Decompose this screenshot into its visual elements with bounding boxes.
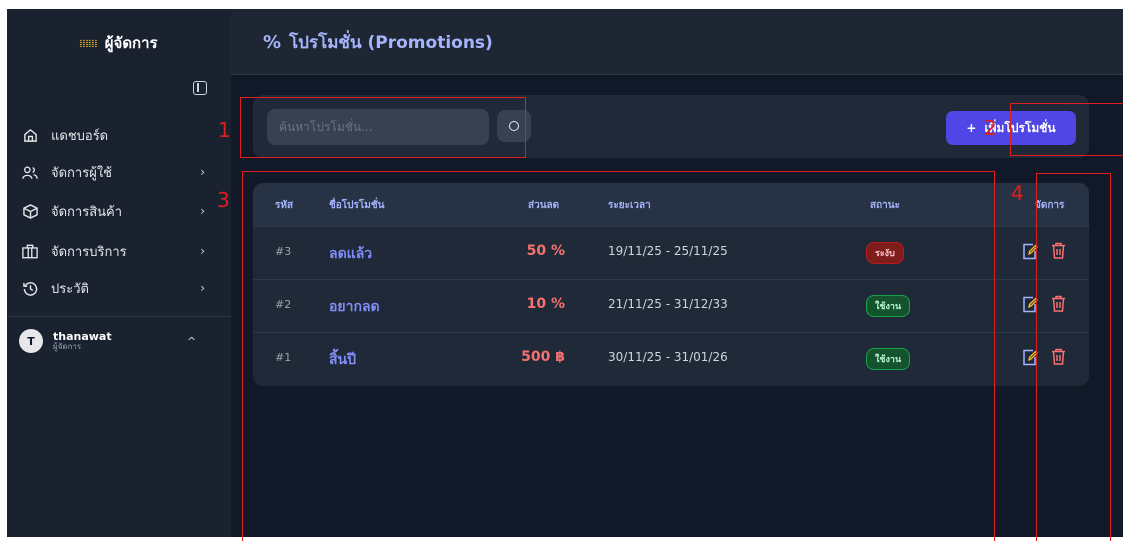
cell-name: อยากลด bbox=[329, 299, 380, 315]
toolbar: + เพิ่มโปรโมชั่น bbox=[253, 95, 1089, 158]
cell-discount: 10 % bbox=[526, 296, 565, 312]
cell-id: #3 bbox=[275, 245, 292, 258]
add-promotion-button[interactable]: + เพิ่มโปรโมชั่น bbox=[946, 111, 1076, 145]
search-button[interactable] bbox=[497, 110, 531, 142]
edit-icon[interactable] bbox=[1022, 296, 1038, 313]
cell-period: 21/11/25 - 31/12/33 bbox=[608, 297, 728, 311]
edit-icon[interactable] bbox=[1022, 349, 1038, 366]
trash-icon[interactable] bbox=[1051, 348, 1066, 365]
sidebar-item-label: ประวัติ bbox=[51, 281, 89, 297]
status-badge: ใช้งาน bbox=[866, 295, 911, 317]
status-badge: ระงับ bbox=[866, 242, 904, 264]
brand-title: ผู้จัดการ bbox=[104, 34, 158, 52]
trash-icon[interactable] bbox=[1051, 295, 1066, 312]
table-row: #2 อยากลด 10 % 21/11/25 - 31/12/33 ใช้งา… bbox=[253, 279, 1089, 332]
box-icon bbox=[19, 203, 41, 219]
edit-icon[interactable] bbox=[1022, 243, 1038, 260]
sidebar-item-users[interactable]: จัดการผู้ใช้ › bbox=[19, 158, 209, 186]
chevron-right-icon: › bbox=[200, 244, 205, 258]
header-status: สถานะ bbox=[870, 200, 900, 211]
sidebar-divider bbox=[7, 316, 231, 317]
annotation-label-2: 2 bbox=[984, 116, 997, 140]
cell-discount: 500 ฿ bbox=[521, 349, 565, 365]
header-name: ชื่อโปรโมชั่น bbox=[329, 200, 385, 211]
sidebar-collapse-icon[interactable] bbox=[193, 81, 207, 95]
annotation-label-3: 3 bbox=[217, 188, 230, 212]
chevron-right-icon: › bbox=[200, 165, 205, 179]
plus-icon: + bbox=[966, 121, 977, 135]
cell-name: ลดแล้ว bbox=[329, 246, 373, 262]
sidebar-item-history[interactable]: ประวัติ › bbox=[19, 274, 209, 302]
brand-logo-icon: 𝍖𝍖 bbox=[79, 36, 98, 50]
annotation-label-1: 1 bbox=[218, 118, 231, 142]
sidebar-item-products[interactable]: จัดการสินค้า › bbox=[19, 197, 209, 225]
cell-id: #1 bbox=[275, 351, 292, 364]
sidebar-item-label: จัดการบริการ bbox=[51, 244, 127, 260]
chevron-right-icon: › bbox=[200, 281, 205, 295]
sidebar-item-services[interactable]: จัดการบริการ › bbox=[19, 237, 209, 265]
page-title: % โปรโมชั่น (Promotions) bbox=[263, 29, 493, 56]
home-icon bbox=[19, 127, 41, 143]
users-icon bbox=[19, 164, 41, 180]
sidebar-item-label: จัดการสินค้า bbox=[51, 204, 123, 220]
cell-period: 19/11/25 - 25/11/25 bbox=[608, 244, 728, 258]
user-profile[interactable]: T thanawat ผู้จัดการ bbox=[19, 329, 112, 353]
trash-icon[interactable] bbox=[1051, 242, 1066, 259]
sidebar-item-label: จัดการผู้ใช้ bbox=[51, 165, 113, 181]
user-role: ผู้จัดการ bbox=[53, 341, 82, 351]
cell-discount: 50 % bbox=[526, 243, 565, 259]
store-icon bbox=[19, 243, 41, 259]
brand[interactable]: 𝍖𝍖 ผู้จัดการ bbox=[79, 31, 158, 55]
sidebar-item-label: แดชบอร์ด bbox=[51, 128, 109, 144]
cell-name: สิ้นปี bbox=[329, 352, 357, 368]
sidebar-item-dashboard[interactable]: แดชบอร์ด bbox=[19, 121, 209, 149]
header-id: รหัส bbox=[275, 200, 294, 211]
user-name: thanawat bbox=[53, 329, 112, 343]
chevron-up-icon[interactable]: ^ bbox=[187, 335, 196, 348]
page-title-text: โปรโมชั่น (Promotions) bbox=[289, 33, 493, 53]
cell-id: #2 bbox=[275, 298, 292, 311]
annotation-label-4: 4 bbox=[1011, 181, 1024, 205]
table-row: #1 สิ้นปี 500 ฿ 30/11/25 - 31/01/26 ใช้ง… bbox=[253, 332, 1089, 385]
percent-icon: % bbox=[263, 32, 282, 53]
sidebar: 𝍖𝍖 ผู้จัดการ แดชบอร์ด จัดการผู้ใช้ › จัด… bbox=[7, 9, 231, 537]
table-header: รหัส ชื่อโปรโมชั่น ส่วนลด ระยะเวลา สถานะ… bbox=[253, 183, 1089, 226]
avatar: T bbox=[19, 329, 43, 353]
header-discount: ส่วนลด bbox=[528, 200, 560, 211]
header-period: ระยะเวลา bbox=[608, 200, 651, 211]
status-badge: ใช้งาน bbox=[866, 348, 911, 370]
search-icon bbox=[509, 121, 519, 131]
search-input[interactable] bbox=[267, 109, 489, 145]
history-icon bbox=[19, 280, 41, 296]
cell-period: 30/11/25 - 31/01/26 bbox=[608, 350, 728, 364]
promotions-table: รหัส ชื่อโปรโมชั่น ส่วนลด ระยะเวลา สถานะ… bbox=[253, 183, 1089, 386]
header-actions: จัดการ bbox=[1035, 200, 1065, 211]
chevron-right-icon: › bbox=[200, 204, 205, 218]
table-row: #3 ลดแล้ว 50 % 19/11/25 - 25/11/25 ระงับ bbox=[253, 226, 1089, 279]
page-header: % โปรโมชั่น (Promotions) bbox=[231, 9, 1123, 75]
